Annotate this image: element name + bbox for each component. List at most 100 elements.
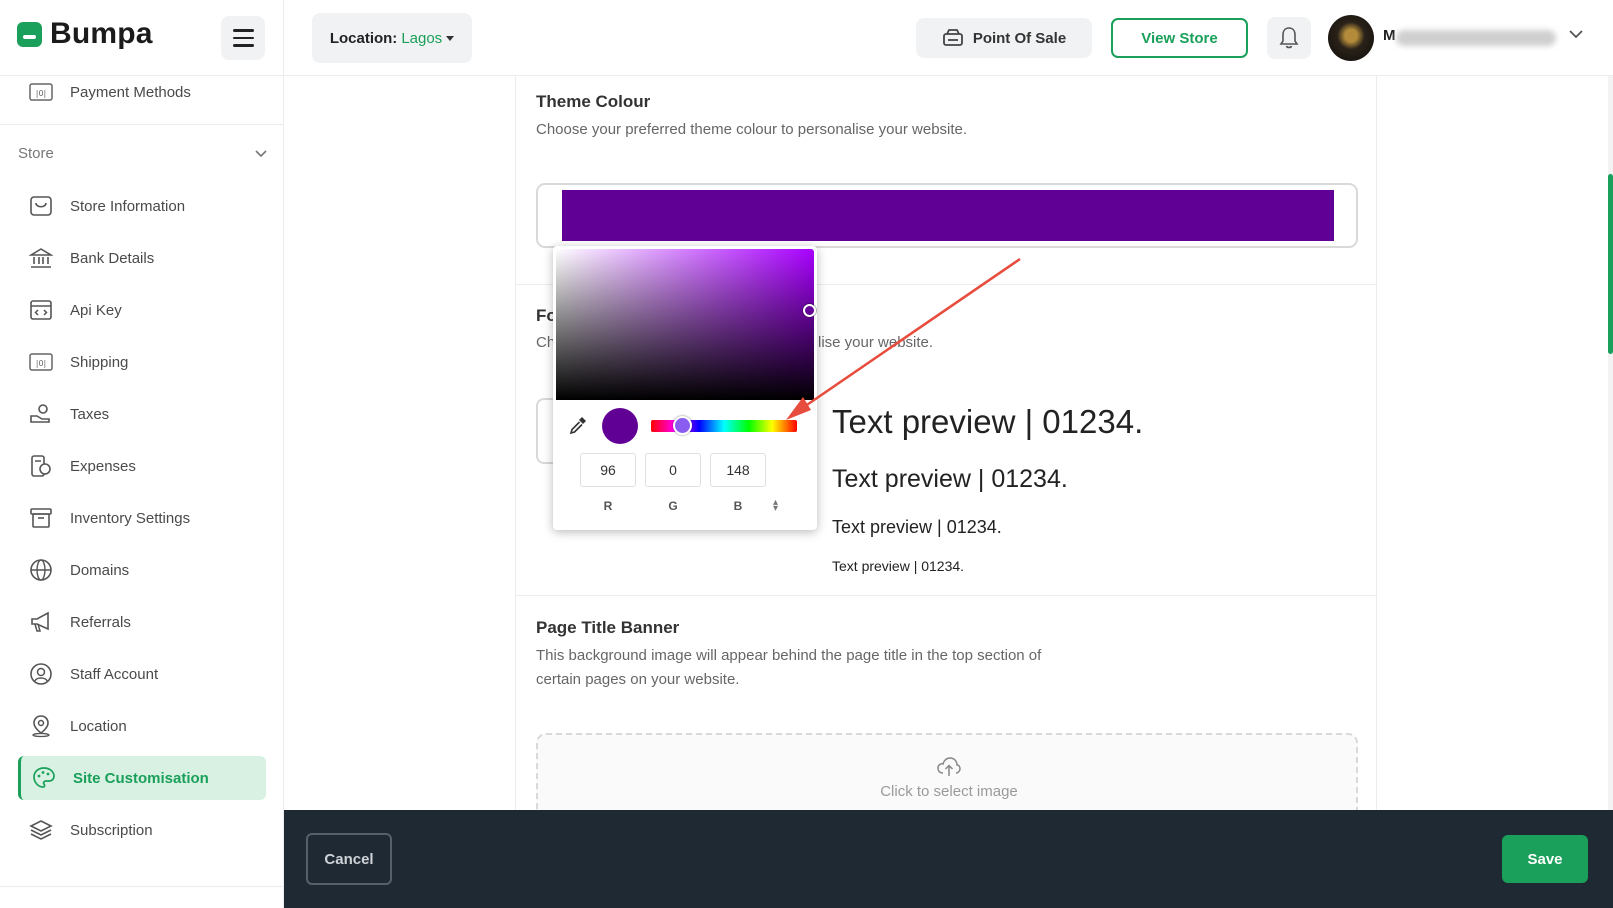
- chevron-down-icon[interactable]: [1568, 28, 1584, 40]
- sidebar-item-payment-methods[interactable]: |0| Payment Methods: [18, 70, 266, 114]
- sidebar-item-label: Referrals: [70, 613, 131, 631]
- divider: [0, 886, 284, 887]
- sidebar-item-label: Subscription: [70, 821, 153, 839]
- location-pin-icon: [28, 713, 54, 739]
- sidebar-item-label: Expenses: [70, 457, 136, 475]
- font-preview-sm: Text preview | 01234.: [832, 558, 965, 574]
- page-title-banner-title: Page Title Banner: [536, 618, 680, 637]
- notifications-button[interactable]: [1267, 17, 1311, 59]
- green-channel-input[interactable]: 0: [645, 453, 701, 487]
- sidebar-item-site-customisation[interactable]: Site Customisation: [18, 756, 266, 800]
- scrollbar-thumb[interactable]: [1608, 174, 1613, 354]
- brand-name: Bumpa: [50, 17, 153, 50]
- avatar[interactable]: [1328, 15, 1374, 61]
- red-label: R: [603, 499, 613, 513]
- sidebar-item-shipping[interactable]: |0| Shipping: [18, 340, 266, 384]
- shipping-icon: |0|: [28, 349, 54, 375]
- point-of-sale-button[interactable]: Point Of Sale: [916, 18, 1092, 58]
- caret-down-icon: [446, 35, 455, 41]
- sidebar-item-taxes[interactable]: Taxes: [18, 392, 266, 436]
- code-icon: [28, 297, 54, 323]
- blue-channel-input[interactable]: 148: [710, 453, 766, 487]
- theme-colour-title: Theme Colour: [536, 92, 651, 111]
- hue-slider[interactable]: [651, 416, 797, 435]
- page-title-banner-description-line2: certain pages on your website.: [536, 671, 740, 688]
- bell-icon: [1279, 27, 1299, 49]
- format-toggle-icon[interactable]: ▴ ▾: [773, 498, 778, 514]
- hue-slider-handle[interactable]: [673, 416, 692, 435]
- theme-colour-swatch[interactable]: [562, 190, 1334, 241]
- font-section-description-tail: lise your website.: [818, 334, 934, 351]
- pos-label: Point Of Sale: [972, 29, 1067, 47]
- theme-colour-description: Choose your preferred theme colour to pe…: [536, 121, 968, 138]
- group-label: Store: [18, 144, 54, 162]
- user-circle-icon: [28, 661, 54, 687]
- top-bar: Bumpa Location: Lagos Point Of Sale View…: [0, 0, 1613, 76]
- divider: [283, 0, 284, 76]
- location-value: Lagos: [401, 29, 443, 47]
- bumpa-logo-icon: [17, 21, 42, 47]
- view-store-button[interactable]: View Store: [1111, 18, 1248, 58]
- red-channel-input[interactable]: 96: [580, 453, 636, 487]
- sidebar: |0| Payment Methods Store Store Informat…: [0, 76, 284, 908]
- sidebar-item-label: Store Information: [70, 197, 186, 215]
- sidebar-item-bank-details[interactable]: Bank Details: [18, 236, 266, 280]
- expenses-icon: [28, 453, 54, 479]
- divider: [0, 124, 284, 125]
- sidebar-item-label: Location: [70, 717, 127, 735]
- sidebar-group-store[interactable]: Store: [18, 142, 268, 164]
- sidebar-item-label: Staff Account: [70, 665, 159, 683]
- sidebar-item-label: Site Customisation: [73, 769, 209, 787]
- sidebar-item-label: Shipping: [70, 353, 129, 371]
- hamburger-menu-button[interactable]: [221, 16, 265, 60]
- page-title-banner-description-line1: This background image will appear behind…: [536, 647, 1042, 664]
- taxes-icon: [28, 401, 54, 427]
- location-selector[interactable]: Location: Lagos: [312, 13, 472, 63]
- color-picker-popover: 96 0 148 R G B ▴ ▾: [553, 246, 817, 530]
- sidebar-item-api-key[interactable]: Api Key: [18, 288, 266, 332]
- sidebar-item-label: Domains: [70, 561, 130, 579]
- palette-icon: [31, 765, 57, 791]
- sidebar-item-referrals[interactable]: Referrals: [18, 600, 266, 644]
- user-name-blurred: [1396, 30, 1556, 46]
- sidebar-item-label: Payment Methods: [70, 83, 191, 101]
- layers-icon: [28, 817, 54, 843]
- chevron-down-icon: [255, 150, 267, 158]
- sidebar-item-label: Inventory Settings: [70, 509, 191, 527]
- svg-text:|0|: |0|: [36, 89, 46, 98]
- sidebar-item-domains[interactable]: Domains: [18, 548, 266, 592]
- current-colour-preview: [602, 408, 638, 444]
- sidebar-item-location[interactable]: Location: [18, 704, 266, 748]
- cloud-upload-icon: [937, 757, 961, 776]
- svg-text:|0|: |0|: [36, 359, 46, 368]
- hamburger-icon: [232, 29, 254, 32]
- green-label: G: [668, 499, 678, 513]
- sidebar-item-label: Taxes: [70, 405, 110, 423]
- logo[interactable]: Bumpa: [17, 17, 153, 51]
- location-label: Location:: [329, 29, 398, 47]
- pos-terminal-icon: [942, 29, 963, 46]
- font-preview-xl: Text preview | 01234.: [832, 403, 1144, 440]
- megaphone-icon: [28, 609, 54, 635]
- sidebar-item-expenses[interactable]: Expenses: [18, 444, 266, 488]
- payment-icon: |0|: [28, 79, 54, 105]
- bottom-action-bar: Cancel Save: [284, 810, 1613, 908]
- eyedropper-icon[interactable]: [568, 415, 588, 435]
- sidebar-item-label: Api Key: [70, 301, 122, 319]
- store-icon: [28, 193, 54, 219]
- font-preview-md: Text preview | 01234.: [832, 517, 1002, 537]
- sidebar-item-subscription[interactable]: Subscription: [18, 808, 266, 852]
- globe-icon: [28, 557, 54, 583]
- sidebar-item-store-information[interactable]: Store Information: [18, 184, 266, 228]
- save-button[interactable]: Save: [1502, 835, 1588, 883]
- theme-colour-input[interactable]: [536, 183, 1358, 248]
- saturation-handle[interactable]: [803, 304, 816, 317]
- blue-label: B: [733, 499, 743, 513]
- saturation-value-area[interactable]: [556, 249, 816, 400]
- sidebar-item-staff-account[interactable]: Staff Account: [18, 652, 266, 696]
- bank-icon: [28, 245, 54, 271]
- user-initial: M: [1383, 27, 1396, 44]
- upload-hint: Click to select image: [880, 783, 1018, 800]
- sidebar-item-inventory-settings[interactable]: Inventory Settings: [18, 496, 266, 540]
- cancel-button[interactable]: Cancel: [306, 833, 392, 885]
